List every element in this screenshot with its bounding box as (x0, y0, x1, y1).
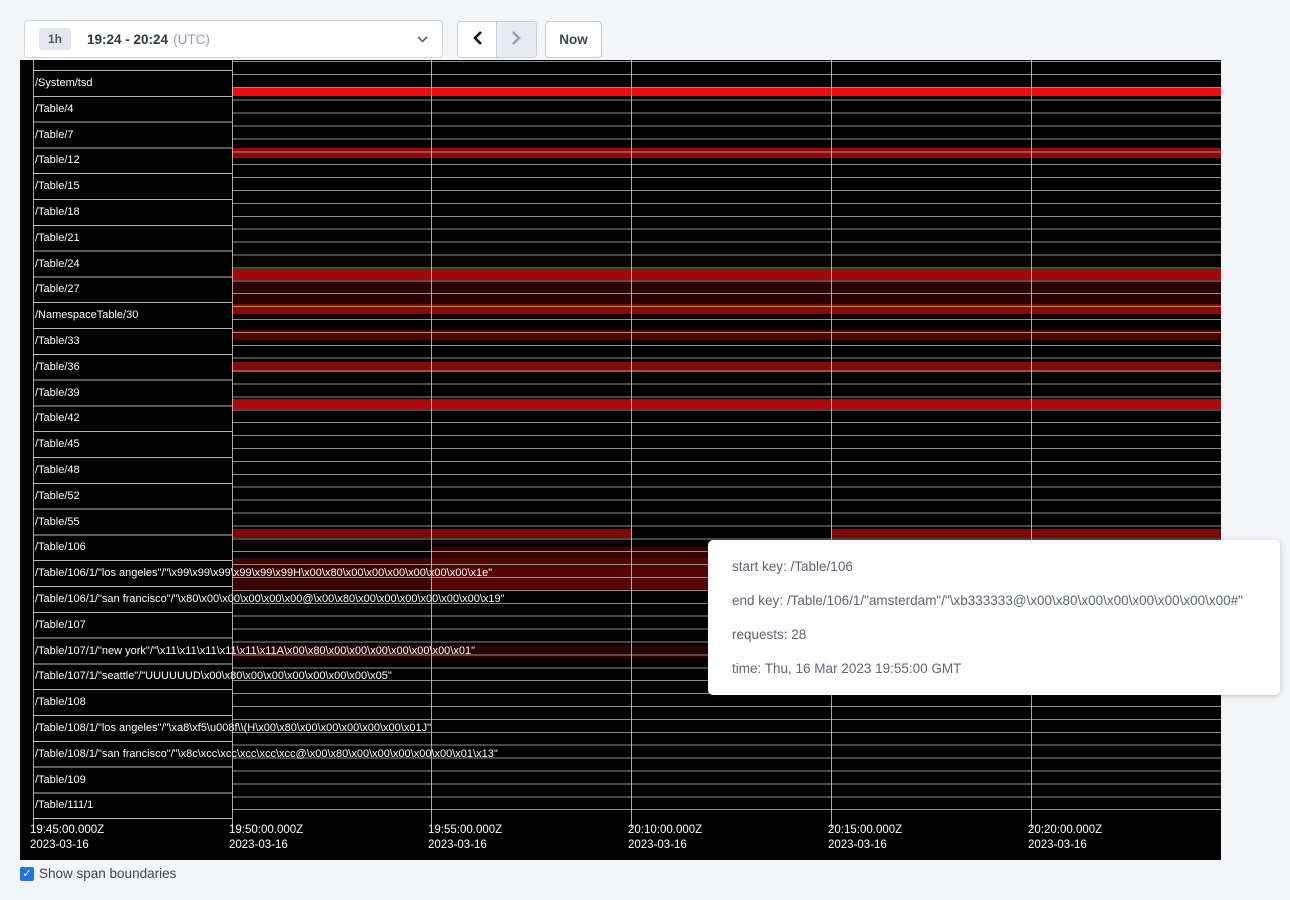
now-button[interactable]: Now (545, 21, 602, 58)
x-axis-label: 19:55:00.000Z2023-03-16 (428, 823, 502, 853)
row-label: /Table/33 (35, 328, 80, 354)
chevron-left-icon (472, 30, 483, 49)
chevron-down-icon (417, 30, 428, 48)
row-label: /Table/109 (35, 767, 86, 793)
row-label: /Table/108/1/"los angeles"/"\xa8\xf5\u00… (35, 715, 431, 741)
span-boundaries-checkbox[interactable]: ✓ (20, 867, 34, 881)
row-label: /Table/42 (35, 405, 80, 431)
row-label: /Table/52 (35, 483, 80, 509)
row-label: /Table/107 (35, 612, 86, 638)
prev-time-button[interactable] (458, 22, 497, 57)
row-label: /NamespaceTable/30 (35, 302, 138, 328)
row-label: /Table/48 (35, 457, 80, 483)
bucket-tooltip: start key: /Table/106 end key: /Table/10… (708, 540, 1280, 695)
row-label: /Table/45 (35, 431, 80, 457)
time-gridline (232, 60, 233, 828)
x-axis-label: 20:15:00.000Z2023-03-16 (828, 823, 902, 853)
row-label: /Table/107/1/"seattle"/"UUUUUUD\x00\x80\… (35, 663, 392, 689)
row-label: /Table/12 (35, 147, 80, 173)
row-label: /Table/106/1/"san francisco"/"\x80\x00\x… (35, 586, 505, 612)
row-label: /Table/39 (35, 380, 80, 406)
row-label: /Table/15 (35, 173, 80, 199)
x-axis-label: 20:20:00.000Z2023-03-16 (1028, 823, 1102, 853)
time-gridline (1031, 60, 1032, 828)
tooltip-requests: requests: 28 (732, 627, 1256, 642)
row-label: /Table/106/1/"los angeles"/"\x99\x99\x99… (35, 560, 492, 586)
key-visualizer-canvas[interactable]: /System/tsd/Table/4/Table/7/Table/12/Tab… (20, 60, 1221, 860)
span-boundaries-label: Show span boundaries (39, 866, 176, 881)
row-label: /Table/4 (35, 96, 74, 122)
row-label: /System/tsd (35, 70, 92, 96)
row-label: /Table/55 (35, 509, 80, 535)
row-label: /Table/108 (35, 689, 86, 715)
row-label: /Table/24 (35, 251, 80, 277)
tooltip-start-key: start key: /Table/106 (732, 559, 1256, 574)
tooltip-time: time: Thu, 16 Mar 2023 19:55:00 GMT (732, 661, 1256, 676)
row-label: /Table/21 (35, 225, 80, 251)
x-axis-label: 19:45:00.000Z2023-03-16 (30, 823, 104, 853)
time-range-select[interactable]: 1h 19:24 - 20:24 (UTC) (24, 20, 443, 58)
chevron-right-icon (511, 30, 522, 49)
row-label: /Table/108/1/"san francisco"/"\x8c\xcc\x… (35, 741, 498, 767)
row-label: /Table/36 (35, 354, 80, 380)
range-duration-badge: 1h (39, 28, 71, 50)
x-axis-label: 20:10:00.000Z2023-03-16 (628, 823, 702, 853)
row-label: /Table/106 (35, 534, 86, 560)
row-label: /Table/7 (35, 122, 74, 148)
footer: ✓ Show span boundaries (20, 866, 176, 881)
tooltip-end-key: end key: /Table/106/1/"amsterdam"/"\xb33… (732, 593, 1256, 608)
next-time-button[interactable] (497, 22, 536, 57)
time-gridline (631, 60, 632, 828)
time-gridline (831, 60, 832, 828)
time-gridline (431, 60, 432, 828)
row-label: /Table/27 (35, 276, 80, 302)
time-gridline (33, 60, 34, 828)
row-label: /Table/107/1/"new york"/"\x11\x11\x11\x1… (35, 638, 475, 664)
span-boundary-lines-right (232, 61, 1221, 820)
range-timezone: (UTC) (173, 32, 210, 47)
x-axis-label: 19:50:00.000Z2023-03-16 (229, 823, 303, 853)
time-nav-group (457, 21, 537, 58)
range-text: 19:24 - 20:24 (87, 32, 168, 47)
row-label: /Table/18 (35, 199, 80, 225)
row-label: /Table/111/1 (35, 792, 93, 818)
